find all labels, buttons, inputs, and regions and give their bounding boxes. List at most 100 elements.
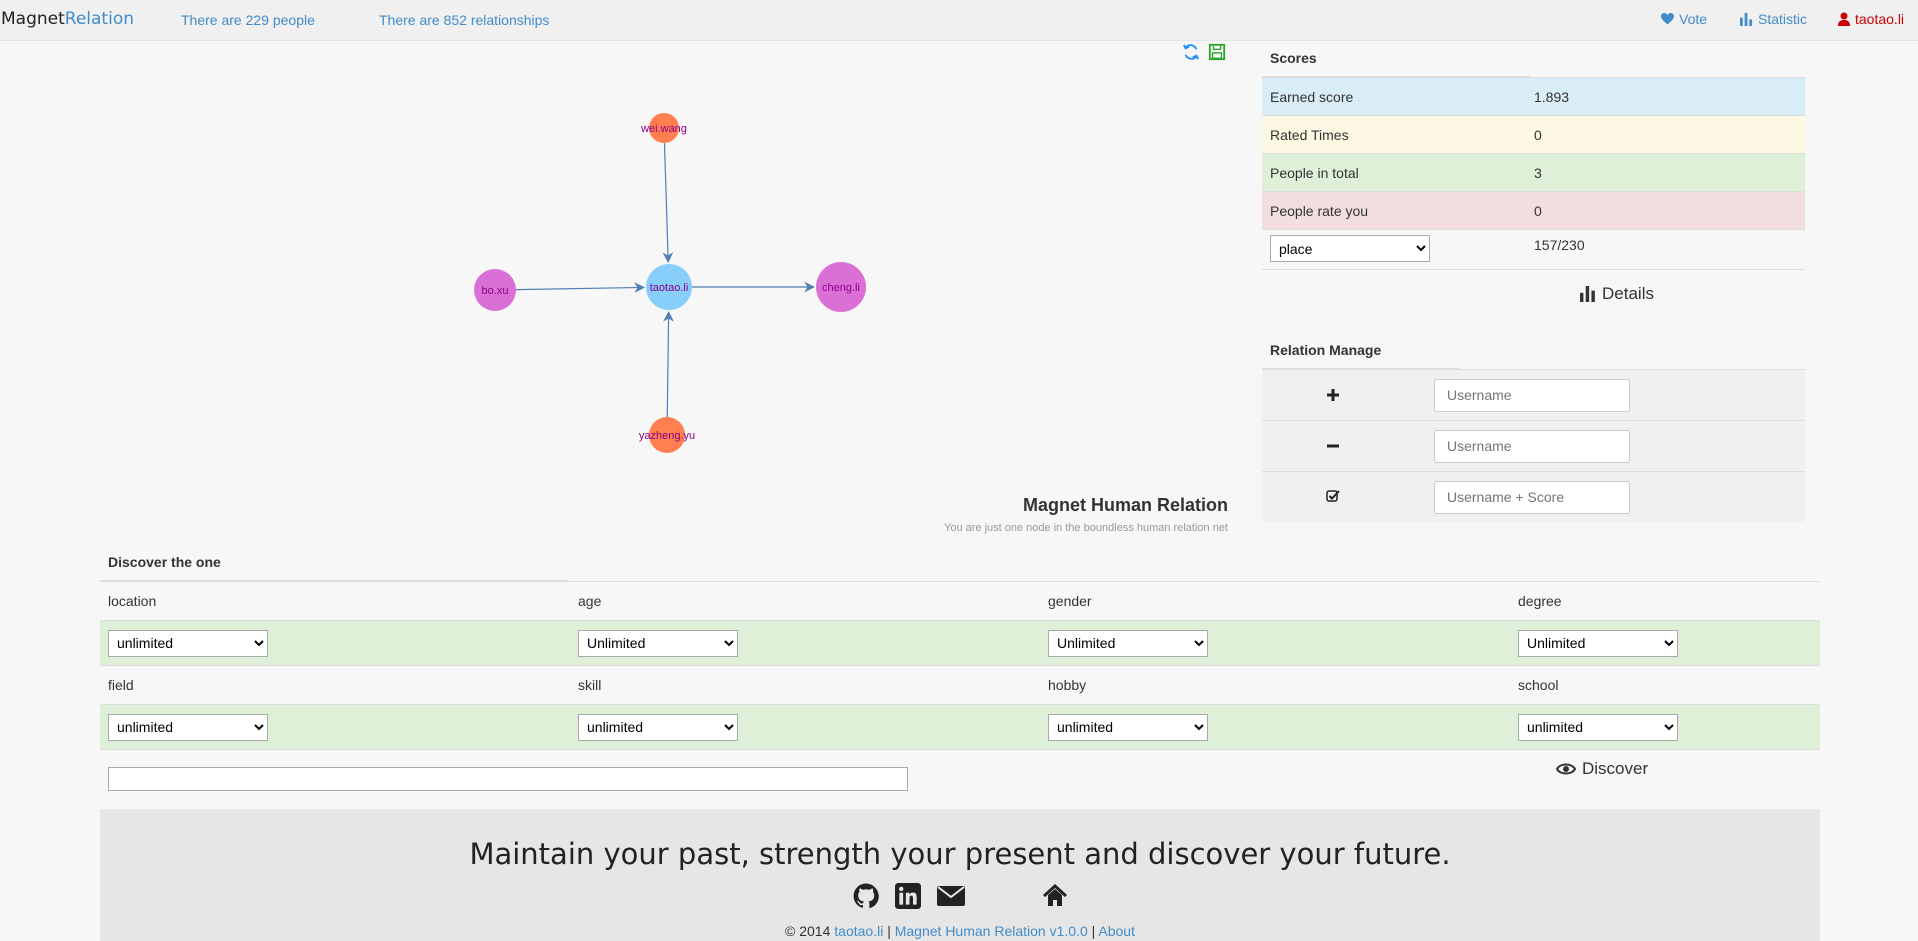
minus-icon[interactable]: [1262, 436, 1404, 457]
field-select[interactable]: unlimited: [108, 713, 268, 741]
node-yazheng.yu[interactable]: yazheng.yu: [639, 417, 695, 453]
plus-icon[interactable]: [1262, 385, 1404, 406]
node-cheng.li[interactable]: cheng.li: [816, 262, 866, 312]
details-row: Details: [1262, 269, 1805, 314]
score-label: Rated Times: [1270, 126, 1349, 143]
author-link[interactable]: taotao.li: [834, 923, 883, 939]
filter-selects-row-2: unlimited unlimited unlimited unlimited: [100, 704, 1820, 749]
edge-bo.xu-taotao.li: [515, 282, 646, 293]
node-taotao.li[interactable]: taotao.li: [646, 264, 692, 310]
statistic-link[interactable]: Statistic: [1740, 11, 1807, 27]
mail-icon[interactable]: [937, 885, 965, 907]
score-label: People in total: [1270, 164, 1359, 181]
vote-label: Vote: [1679, 11, 1708, 27]
filter-label-field: field: [108, 677, 134, 693]
filter-label-location: location: [108, 593, 157, 609]
about-link[interactable]: About: [1098, 923, 1135, 939]
brand-part-1: Magnet: [1, 9, 65, 29]
github-icon[interactable]: [853, 883, 879, 909]
filter-cell: unlimited: [570, 713, 1040, 741]
discover-text-input[interactable]: [108, 766, 908, 791]
node-wei.wang[interactable]: wei.wang: [640, 113, 687, 143]
hobby-select[interactable]: unlimited: [1048, 713, 1208, 741]
statistic-label: Statistic: [1758, 11, 1808, 27]
discover-button[interactable]: Discover: [1550, 758, 1654, 780]
rate-username-input[interactable]: [1434, 480, 1630, 514]
node-label: wei.wang: [640, 123, 687, 135]
brand-part-2: Relation: [64, 9, 134, 29]
score-label: People rate you: [1270, 202, 1369, 219]
degree-select[interactable]: Unlimited: [1518, 629, 1678, 657]
slogan: Maintain your past, strength your presen…: [469, 837, 1451, 871]
details-button[interactable]: Details: [1537, 274, 1697, 314]
school-select[interactable]: unlimited: [1518, 713, 1678, 741]
filter-label-age: age: [578, 593, 602, 609]
filter-label-hobby: hobby: [1048, 677, 1087, 693]
navbar: MagnetRelation There are 229 people Ther…: [0, 0, 1918, 41]
add-relation-row: [1262, 369, 1805, 420]
brand-logo[interactable]: MagnetRelation: [1, 9, 134, 29]
filter-cell: Unlimited: [570, 629, 1040, 657]
discover-title: Discover the one: [100, 548, 568, 581]
project-link[interactable]: Magnet Human Relation v1.0.0: [895, 923, 1088, 939]
place-select[interactable]: place: [1270, 235, 1430, 262]
remove-username-input[interactable]: [1434, 429, 1630, 463]
edge-wei.wang-taotao.li: [662, 142, 674, 264]
filter-selects-row-1: unlimited Unlimited Unlimited Unlimited: [100, 620, 1820, 665]
save-icon[interactable]: [1208, 43, 1226, 61]
relationship-count-link[interactable]: There are 852 relationships: [379, 12, 549, 28]
add-username-input[interactable]: [1434, 378, 1630, 412]
score-row-people-total: People in total 3: [1262, 153, 1805, 191]
node-label: taotao.li: [650, 282, 689, 294]
home-icon[interactable]: [1041, 883, 1069, 909]
linkedin-icon[interactable]: [895, 883, 921, 909]
filter-cell: unlimited: [100, 629, 570, 657]
scores-panel: Scores Earned score 1.893 Rated Times 0 …: [1262, 42, 1805, 314]
node-label: yazheng.yu: [639, 430, 695, 442]
remove-relation-row: [1262, 420, 1805, 471]
place-select-cell: place: [1262, 235, 1530, 262]
user-name: taotao.li: [1855, 11, 1905, 27]
score-value: 3: [1534, 164, 1542, 181]
separator: |: [1091, 923, 1096, 939]
edge-yazheng.yu-taotao.li: [663, 310, 674, 418]
user-menu[interactable]: taotao.li: [1838, 11, 1904, 27]
rate-relation-row: [1262, 471, 1805, 522]
filter-label-school: school: [1518, 677, 1559, 693]
vote-link[interactable]: Vote: [1661, 11, 1707, 27]
age-select[interactable]: Unlimited: [578, 629, 738, 657]
skill-select[interactable]: unlimited: [578, 713, 738, 741]
heart-icon: [1661, 13, 1674, 25]
filter-label-skill: skill: [578, 677, 602, 693]
eye-icon: [1556, 763, 1576, 775]
filter-cell: unlimited: [1510, 713, 1820, 741]
score-row-place: place 157/230: [1262, 229, 1805, 269]
hero-title: Magnet Human Relation: [1022, 495, 1228, 515]
check-square-icon[interactable]: [1262, 487, 1404, 508]
user-icon: [1838, 12, 1850, 26]
filter-label-gender: gender: [1048, 593, 1092, 609]
place-value: 157/230: [1534, 237, 1585, 253]
hero-subtitle: You are just one node in the boundless h…: [944, 522, 1228, 534]
people-count-link[interactable]: There are 229 people: [181, 12, 315, 28]
location-select[interactable]: unlimited: [108, 629, 268, 657]
bar-chart-icon: [1580, 286, 1595, 302]
footer: Maintain your past, strength your presen…: [100, 809, 1820, 941]
filter-cell: unlimited: [100, 713, 570, 741]
bar-chart-icon: [1740, 12, 1753, 26]
node-label: cheng.li: [822, 282, 860, 294]
refresh-icon[interactable]: [1182, 43, 1200, 61]
score-value: 1.893: [1534, 88, 1570, 105]
score-value: 0: [1534, 126, 1542, 143]
score-row-people-rate: People rate you 0: [1262, 191, 1805, 229]
score-label: Earned score: [1270, 88, 1354, 105]
node-label: bo.xu: [482, 285, 509, 297]
details-label: Details: [1602, 284, 1654, 303]
filter-cell: unlimited: [1040, 713, 1510, 741]
node-bo.xu[interactable]: bo.xu: [474, 269, 516, 311]
filter-labels-row-2: field skill hobby school: [100, 665, 1820, 704]
gender-select[interactable]: Unlimited: [1048, 629, 1208, 657]
relation-graph[interactable]: wei.wang bo.xu taotao.li cheng.li yazheng.yu: [0, 40, 1240, 540]
score-row-earned: Earned score 1.893: [1262, 77, 1805, 115]
social-links: [853, 883, 1069, 909]
